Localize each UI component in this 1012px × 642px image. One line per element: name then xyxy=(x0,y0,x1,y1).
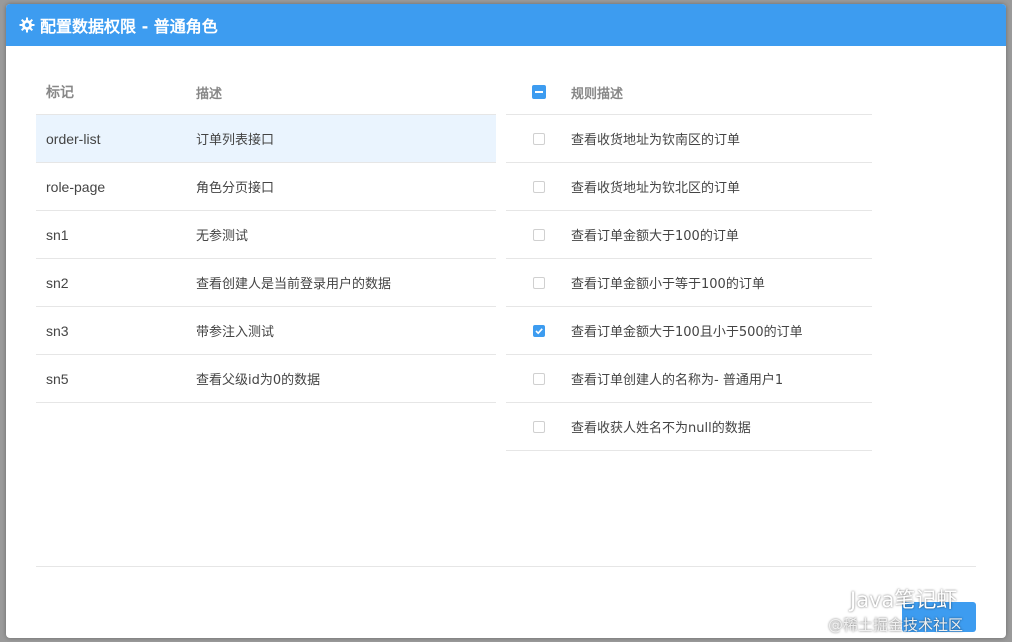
resource-row[interactable]: sn3 带参注入测试 xyxy=(36,306,496,354)
dialog-body: 标记 描述 order-list 订单列表接口 role-page 角色分页接口 sn1… xyxy=(6,46,1006,638)
resource-row[interactable]: sn5 查看父级id为0的数据 xyxy=(36,354,496,403)
gear-icon xyxy=(19,17,35,33)
resource-mark: sn3 xyxy=(46,322,69,339)
rule-checkbox[interactable] xyxy=(532,228,545,241)
rule-checkbox[interactable] xyxy=(532,372,545,385)
resource-desc: 查看创建人是当前登录用户的数据 xyxy=(196,277,392,292)
resource-desc: 带参注入测试 xyxy=(196,325,275,340)
select-all-cell xyxy=(506,85,571,99)
mark-column-header: 标记 xyxy=(46,84,74,100)
rule-checkbox[interactable] xyxy=(532,276,545,289)
resource-row[interactable]: sn1 无参测试 xyxy=(36,210,496,258)
resource-desc: 查看父级id为0的数据 xyxy=(196,373,321,388)
resource-mark: role-page xyxy=(46,178,106,195)
rule-row: 查看收获人姓名不为null的数据 xyxy=(506,402,872,451)
rule-desc: 查看收获人姓名不为null的数据 xyxy=(571,421,751,436)
wechat-icon xyxy=(818,588,844,610)
select-all-checkbox[interactable] xyxy=(531,85,546,99)
resource-desc: 订单列表接口 xyxy=(196,133,275,148)
rule-check-cell xyxy=(506,132,571,145)
watermark-line2: @稀土掘金技术社区 xyxy=(828,616,964,634)
resource-row[interactable]: order-list 订单列表接口 xyxy=(36,114,496,162)
resource-row[interactable]: role-page 角色分页接口 xyxy=(36,162,496,210)
rule-row: 查看订单金额小于等于100的订单 xyxy=(506,258,872,306)
rule-checkbox[interactable] xyxy=(532,180,545,193)
rule-desc: 查看订单金额大于100且小于500的订单 xyxy=(571,325,803,340)
dialog-title: 配置数据权限 - 普通角色 xyxy=(40,17,218,36)
rule-checkbox[interactable] xyxy=(532,420,545,433)
rule-row: 查看收货地址为钦北区的订单 xyxy=(506,162,872,210)
rule-row: 查看订单金额大于100且小于500的订单 xyxy=(506,306,872,354)
rule-desc: 查看收货地址为钦南区的订单 xyxy=(571,133,741,148)
rule-column-header: 规则描述 xyxy=(571,86,624,102)
resource-mark: sn1 xyxy=(46,226,69,243)
rule-check-cell xyxy=(506,324,571,337)
permission-dialog: 配置数据权限 - 普通角色 标记 描述 order-list 订单列表接口 role… xyxy=(6,4,1006,638)
rule-check-cell xyxy=(506,276,571,289)
rule-table-header: 规则描述 xyxy=(506,70,872,114)
rule-desc: 查看订单金额大于100的订单 xyxy=(571,229,739,244)
rule-checkbox[interactable] xyxy=(532,324,545,337)
resource-desc: 角色分页接口 xyxy=(196,181,275,196)
rule-row: 查看收货地址为钦南区的订单 xyxy=(506,114,872,162)
rule-check-cell xyxy=(506,228,571,241)
dialog-header: 配置数据权限 - 普通角色 xyxy=(6,4,1006,46)
watermark: Java笔记虾 @稀土掘金技术社区 xyxy=(818,584,1006,638)
resource-table-header: 标记 描述 xyxy=(36,70,496,114)
rule-desc: 查看订单金额小于等于100的订单 xyxy=(571,277,765,292)
resource-row[interactable]: sn2 查看创建人是当前登录用户的数据 xyxy=(36,258,496,306)
resource-mark: order-list xyxy=(46,130,101,147)
desc-column-header: 描述 xyxy=(196,86,223,102)
footer-divider xyxy=(36,566,976,567)
rule-desc: 查看订单创建人的名称为- 普通用户1 xyxy=(571,373,784,388)
rule-check-cell xyxy=(506,420,571,433)
rule-row: 查看订单创建人的名称为- 普通用户1 xyxy=(506,354,872,402)
resource-mark: sn2 xyxy=(46,274,69,291)
rule-table: 规则描述 查看收货地址为钦南区的订单 查看收货地址为钦北区的订单 查看订单金额大于1… xyxy=(506,70,872,451)
rule-row: 查看订单金额大于100的订单 xyxy=(506,210,872,258)
resource-desc: 无参测试 xyxy=(196,229,249,244)
rule-desc: 查看收货地址为钦北区的订单 xyxy=(571,181,741,196)
resource-mark: sn5 xyxy=(46,370,69,387)
watermark-title: Java笔记虾 xyxy=(850,588,958,612)
rule-check-cell xyxy=(506,372,571,385)
rule-check-cell xyxy=(506,180,571,193)
watermark-line1: Java笔记虾 xyxy=(818,584,1006,614)
resource-table: 标记 描述 order-list 订单列表接口 role-page 角色分页接口 sn1… xyxy=(36,70,496,403)
rule-checkbox[interactable] xyxy=(532,132,545,145)
